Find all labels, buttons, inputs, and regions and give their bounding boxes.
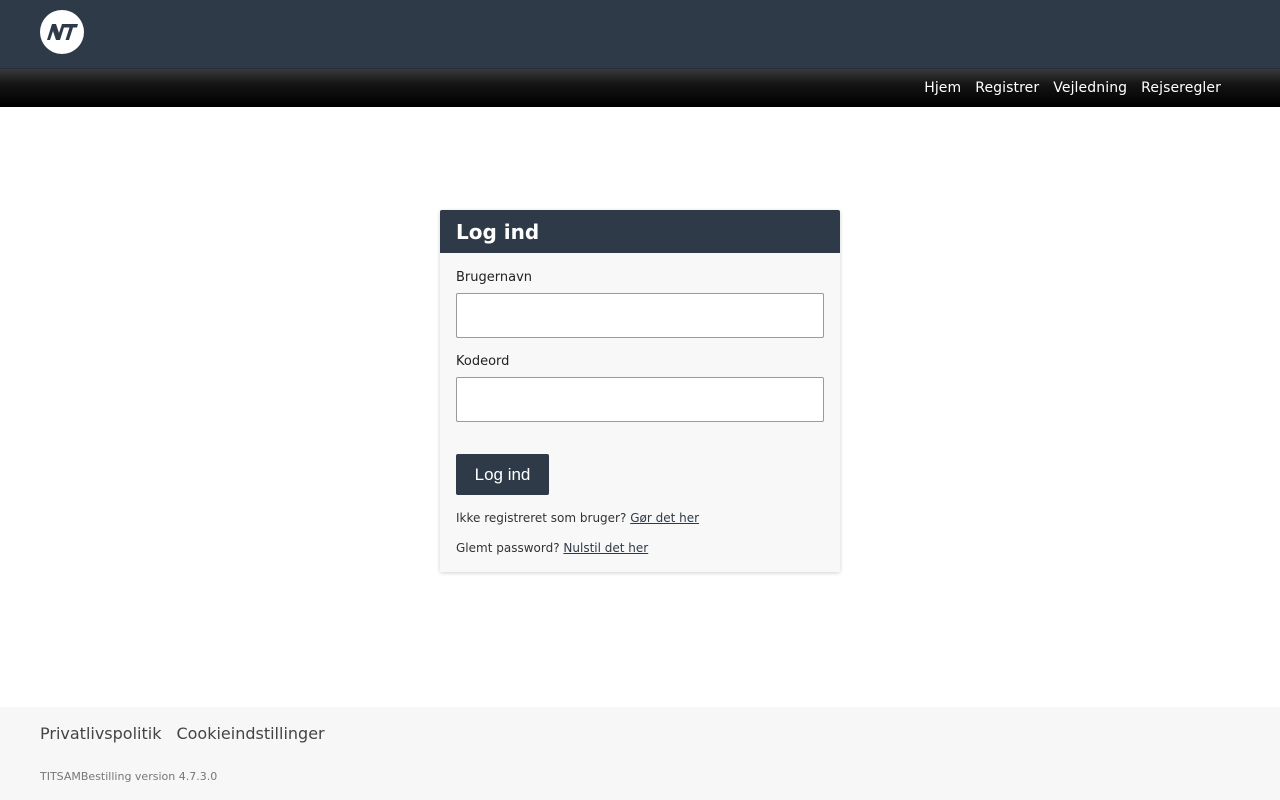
forgot-prompt: Glemt password? xyxy=(456,541,560,555)
username-label: Brugernavn xyxy=(456,270,533,285)
login-card-header: Log ind xyxy=(440,210,840,253)
nt-logo-icon xyxy=(47,24,78,40)
main-navbar: Hjem Registrer Vejledning Rejseregler xyxy=(0,69,1280,107)
nav-item-rejseregler[interactable]: Rejseregler xyxy=(1141,80,1221,96)
register-link[interactable]: Gør det her xyxy=(630,511,699,525)
reset-password-link[interactable]: Nulstil det her xyxy=(563,541,648,555)
nt-logo-icon[interactable] xyxy=(40,10,84,54)
password-label: Kodeord xyxy=(456,354,510,369)
footer-link-cookies[interactable]: Cookieindstillinger xyxy=(176,724,324,743)
nav-item-registrer[interactable]: Registrer xyxy=(975,80,1039,96)
login-card: Log ind Brugernavn Kodeord Log ind Ikke … xyxy=(440,210,840,572)
login-title: Log ind xyxy=(456,219,540,244)
register-prompt: Ikke registreret som bruger? xyxy=(456,511,627,525)
forgot-password-hint: Glemt password? Nulstil det her xyxy=(456,541,648,555)
nav-item-hjem[interactable]: Hjem xyxy=(924,80,961,96)
register-hint: Ikke registreret som bruger? Gør det her xyxy=(456,511,699,525)
footer-links: Privatlivspolitik Cookieindstillinger xyxy=(40,724,325,743)
footer-link-privacy[interactable]: Privatlivspolitik xyxy=(40,724,161,743)
top-header xyxy=(0,0,1280,69)
nav-item-vejledning[interactable]: Vejledning xyxy=(1053,80,1127,96)
version-text: TITSAMBestilling version 4.7.3.0 xyxy=(40,770,218,783)
login-button[interactable]: Log ind xyxy=(456,454,549,495)
nav-links: Hjem Registrer Vejledning Rejseregler xyxy=(924,69,1221,107)
page-footer: Privatlivspolitik Cookieindstillinger TI… xyxy=(0,707,1280,800)
password-input[interactable] xyxy=(456,377,824,422)
username-input[interactable] xyxy=(456,293,824,338)
